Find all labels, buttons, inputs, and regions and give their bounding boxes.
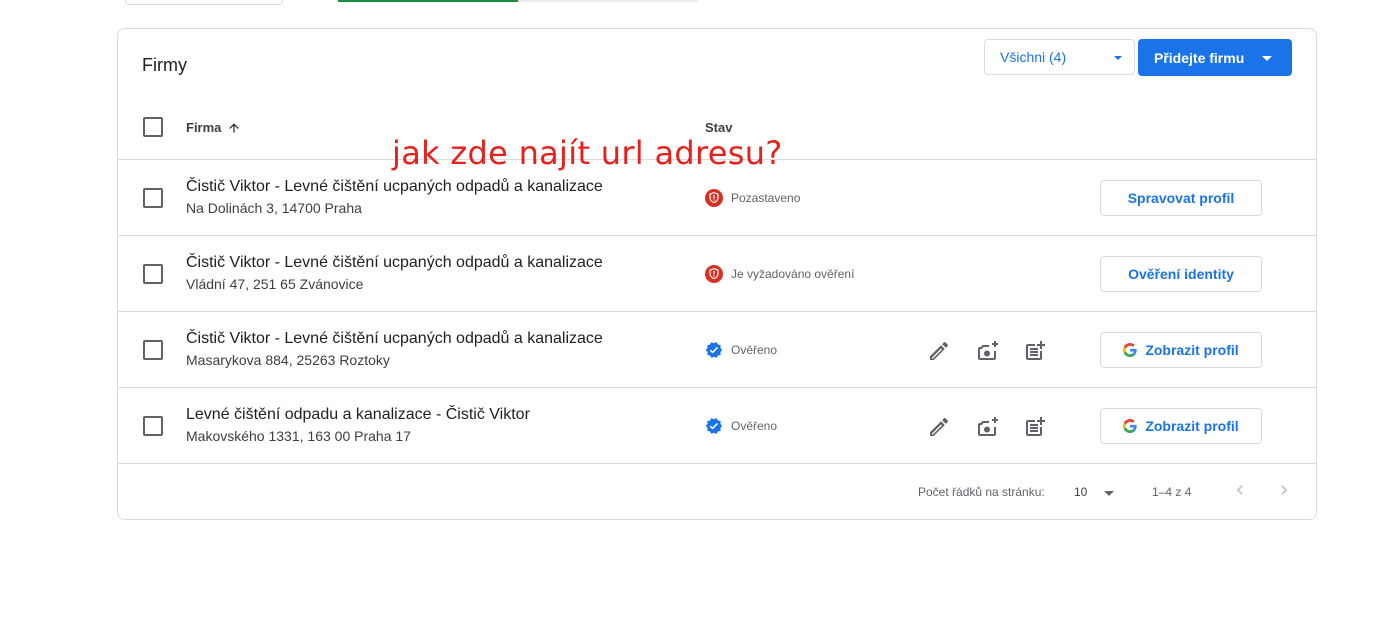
status-badge: Ověřeno: [705, 341, 777, 359]
status-text: Pozastaveno: [731, 191, 801, 205]
edit-icon[interactable]: [927, 339, 951, 363]
rows-per-page-select[interactable]: 10: [1074, 485, 1087, 499]
handwritten-annotation: jak zde najít url adresu?: [392, 134, 783, 172]
previous-page-icon[interactable]: [1230, 480, 1250, 500]
add-photo-icon[interactable]: [975, 339, 999, 363]
view-profile-button[interactable]: Zobrazit profil: [1100, 332, 1262, 368]
button-label: Zobrazit profil: [1145, 418, 1239, 434]
chevron-down-icon: [1262, 56, 1272, 61]
business-name: Čistič Viktor - Levné čištění ucpaných o…: [186, 254, 603, 271]
add-photo-icon[interactable]: [975, 415, 999, 439]
rows-per-page-label: Počet řádků na stránku:: [918, 485, 1045, 499]
business-name: Čistič Viktor - Levné čištění ucpaných o…: [186, 330, 603, 347]
status-badge: Je vyžadováno ověření: [705, 265, 854, 283]
table-row: Čistič Viktor - Levné čištění ucpaných o…: [118, 311, 1316, 388]
table-row: Levné čištění odpadu a kanalizace - Čist…: [118, 387, 1316, 464]
chevron-down-icon[interactable]: [1104, 491, 1114, 496]
manage-profile-button[interactable]: Spravovat profil: [1100, 180, 1262, 216]
verified-badge-icon: [705, 342, 723, 358]
business-address: Makovského 1331, 163 00 Praha 17: [186, 428, 411, 444]
top-progress-fill: [338, 0, 518, 2]
filter-select[interactable]: Všichni (4): [984, 39, 1135, 75]
top-progress-bar: [338, 0, 698, 2]
verify-identity-button[interactable]: Ověření identity: [1100, 256, 1262, 292]
row-checkbox[interactable]: [143, 264, 163, 284]
filter-select-value: Všichni (4): [1000, 49, 1067, 65]
add-business-label: Přidejte firmu: [1154, 49, 1245, 66]
table-row: Čistič Viktor - Levné čištění ucpaných o…: [118, 235, 1316, 312]
view-profile-button[interactable]: Zobrazit profil: [1100, 408, 1262, 444]
column-header-firma[interactable]: Firma: [186, 120, 241, 135]
row-checkbox[interactable]: [143, 340, 163, 360]
card-title: Firmy: [142, 55, 187, 75]
business-address: Vládní 47, 251 65 Zvánovice: [186, 276, 364, 292]
status-badge: Pozastaveno: [705, 189, 800, 207]
select-all-checkbox[interactable]: [143, 117, 163, 137]
button-label: Zobrazit profil: [1145, 342, 1239, 358]
status-text: Ověřeno: [731, 343, 778, 357]
top-dropdown-stub[interactable]: [125, 0, 283, 5]
add-post-icon[interactable]: [1023, 339, 1047, 363]
pagination-range: 1–4 z 4: [1152, 485, 1192, 499]
add-business-button[interactable]: Přidejte firmu: [1138, 39, 1292, 76]
status-text: Ověřeno: [731, 419, 778, 433]
row-checkbox[interactable]: [143, 188, 163, 208]
edit-icon[interactable]: [927, 415, 951, 439]
google-g-icon: [1123, 343, 1138, 357]
status-text: Je vyžadováno ověření: [731, 267, 855, 281]
google-g-icon: [1123, 419, 1138, 433]
chevron-down-icon: [1114, 56, 1122, 60]
alert-shield-icon: [705, 265, 723, 283]
column-header-firma-label: Firma: [186, 120, 222, 135]
button-label: Ověření identity: [1128, 266, 1234, 282]
column-header-stav: Stav: [705, 120, 733, 135]
add-post-icon[interactable]: [1023, 415, 1047, 439]
next-page-icon[interactable]: [1274, 480, 1294, 500]
status-badge: Ověřeno: [705, 417, 777, 435]
table-footer: Počet řádků na stránku: 10 1–4 z 4: [118, 463, 1316, 520]
business-address: Na Dolinách 3, 14700 Praha: [186, 200, 362, 216]
row-checkbox[interactable]: [143, 416, 163, 436]
business-address: Masarykova 884, 25263 Roztoky: [186, 352, 390, 368]
business-name: Levné čištění odpadu a kanalizace - Čist…: [186, 406, 530, 423]
alert-shield-icon: [705, 189, 723, 207]
arrow-up-sort-icon: [229, 122, 240, 133]
businesses-card: Firmy Všichni (4) Přidejte firmu Firma S…: [117, 28, 1317, 520]
verified-badge-icon: [705, 418, 723, 434]
button-label: Spravovat profil: [1127, 190, 1235, 206]
business-name: Čistič Viktor - Levné čištění ucpaných o…: [186, 178, 603, 195]
